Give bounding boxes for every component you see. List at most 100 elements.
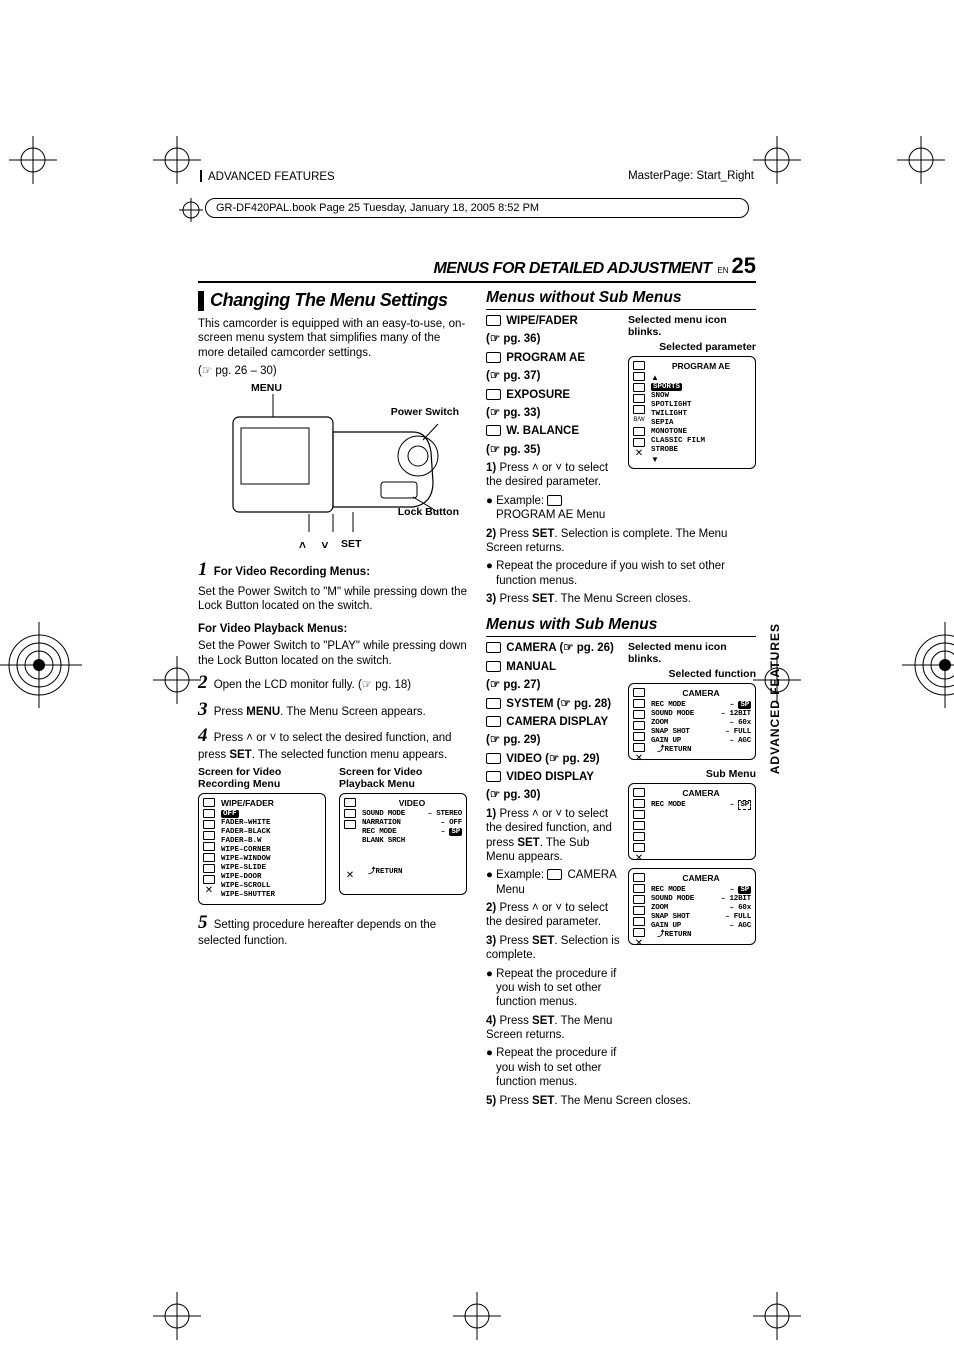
menu-items-list: REC MODE– SPSOUND MODE– 12BITZOOM– 60xSN… [651,886,751,931]
playback-header: For Video Playback Menus: [198,623,347,635]
fig-caption: Selected parameter [628,341,756,353]
manual-page: ADVANCED FEATURES MasterPage: Start_Righ… [0,0,954,1351]
menu-sideicons: ✕ [633,873,647,948]
section-title: MENUS FOR DETAILED ADJUSTMENT [433,260,711,278]
regmark-icon [147,130,207,190]
menu-sideicons: ✕ [633,688,647,763]
menu-icon [486,698,501,709]
section-header: MENUS FOR DETAILED ADJUSTMENT EN 25 [198,253,756,283]
regmark-large-icon [900,620,954,680]
menu-sideicons: ✕ [203,798,217,895]
menu-sideicons: B/W✕ [633,361,647,458]
menu-title: VIDEO [362,798,462,808]
page-number: 25 [732,253,756,279]
heading-submenus: Menus with Sub Menus [486,616,756,637]
file-line: GR-DF420PAL.book Page 25 Tuesday, Januar… [205,198,749,218]
steps-block: 1 For Video Recording Menus: Set the Pow… [198,558,468,762]
menu-title: WIPE/FADER [221,798,321,808]
menu-icon [486,771,501,782]
heading-no-submenus: Menus without Sub Menus [486,289,756,310]
menu-screens-row: Screen for Video Recording Menu ✕ WIPE/F… [198,766,468,905]
sub-step4: Press SET. The Menu Screen returns. [486,1015,612,1041]
menu-items-list: REC MODE– SPSOUND MODE– 12BITZOOM– 60xSN… [651,701,751,746]
nosub-text: WIPE/FADER(☞ pg. 36) PROGRAM AE(☞ pg. 37… [486,314,620,527]
diagram-label-arrows: ˄ ˅ [299,538,334,552]
sub-step1: Press ˄ or ˅ to select the desired funct… [486,808,612,863]
fig-caption: Sub Menu [628,768,756,780]
content-area: ADVANCED FEATURES MENUS FOR DETAILED ADJ… [198,253,756,1112]
step3: Press MENU. The Menu Screen appears. [214,706,426,718]
sub-bullet2: Repeat the procedure if you wish to set … [496,1047,616,1088]
diagram-label-menu: MENU [251,382,282,394]
menu-icon [486,661,501,672]
camcorder-diagram: MENU Power Switch Lock Button SET ˄ ˅ [213,382,453,552]
screen-left-caption: Screen for Video Recording Menu [198,766,327,790]
program-ae-icon [547,495,562,506]
regmark-icon [747,130,807,190]
menu-icon [486,716,501,727]
menu-screen-program-ae: B/W✕ PROGRAM AE ▲ SPORTSSNOWSPOTLIGHTTWI… [628,356,756,469]
playback-body: Set the Power Switch to "PLAY" while pre… [198,639,468,668]
regmark-icon [891,130,951,190]
menu-icon [486,389,501,400]
header-row: ADVANCED FEATURES MasterPage: Start_Righ… [200,170,754,183]
sub-step5: Press SET. The Menu Screen closes. [499,1095,691,1107]
nosub-bullet: Repeat the procedure if you wish to set … [496,560,725,586]
camera-icon [547,869,562,880]
menu-items-list: OFFFADER–WHITEFADER–BLACKFADER–B.WWIPE–C… [221,810,321,900]
menu-title: CAMERA [651,788,751,798]
nosub-figure: Selected menu icon blinks. Selected para… [628,314,756,469]
menu-title: PROGRAM AE [651,361,751,371]
section-lang: EN [717,266,728,275]
diagram-label-lock: Lock Button [398,506,459,518]
menu-screen-playback: ✕ VIDEO SOUND MODE– STEREONARRATION– OFF… [339,793,467,895]
nosub-step1: Press ˄ or ˅ to select the desired param… [486,462,608,488]
intro-p2: (☞ pg. 26 – 30) [198,364,468,378]
step5: Setting procedure hereafter depends on t… [198,919,436,948]
fig-caption: Selected menu icon blinks. [628,314,756,338]
header-right: MasterPage: Start_Right [628,170,754,183]
regmark-large-icon [0,620,54,680]
menu-screen-recording: ✕ WIPE/FADER OFFFADER–WHITEFADER–BLACKFA… [198,793,326,905]
menu-sideicons: ✕ [633,788,647,863]
regmark-icon [747,1286,807,1346]
fig-caption: Selected menu icon blinks. [628,641,756,665]
menu-icon [486,425,501,436]
diagram-label-power: Power Switch [391,406,459,418]
step2: Open the LCD monitor fully. (☞ pg. 18) [214,679,411,691]
menu-screen-camera-d: ✕ CAMERA REC MODE– SPSOUND MODE– 12BITZO… [628,683,756,760]
menu-screen-camera-f: ✕ CAMERA REC MODE– SPSOUND MODE– 12BITZO… [628,868,756,945]
regmark-icon [447,1286,507,1346]
file-line-text: GR-DF420PAL.book Page 25 Tuesday, Januar… [216,202,539,214]
heading-changing-menu: Changing The Menu Settings [198,291,468,311]
regmark-icon [147,1286,207,1346]
regmark-icon [178,197,204,223]
menu-title: CAMERA [651,688,751,698]
screen-right-caption: Screen for Video Playback Menu [339,766,468,790]
right-column: Menus without Sub Menus WIPE/FADER(☞ pg.… [486,289,756,1112]
diagram-label-set: SET [341,538,361,550]
nosub-step3: Press SET. The Menu Screen closes. [499,593,691,605]
sub-bullet1: Repeat the procedure if you wish to set … [496,968,616,1009]
menu-screen-camera-e: ✕ CAMERA REC MODE– SP [628,783,756,860]
menu-items-list: SOUND MODE– STEREONARRATION– OFFREC MODE… [362,810,462,846]
menu-title: CAMERA [651,873,751,883]
side-tab: ADVANCED FEATURES [768,623,782,774]
sub-step3: Press SET. Selection is complete. [486,935,620,961]
left-column: Changing The Menu Settings This camcorde… [198,289,468,1112]
menu-icon [486,315,501,326]
fig-caption: Selected function [628,668,756,680]
menu-icon [486,642,501,653]
menu-sideicons: ✕ [344,798,358,880]
regmark-icon [3,130,63,190]
step1-header: For Video Recording Menus: [214,566,370,578]
sub-step2: Press ˄ or ˅ to select the desired param… [486,902,608,928]
step1-body: Set the Power Switch to "M" while pressi… [198,585,468,614]
nosub-step2: Press SET. Selection is complete. The Me… [486,528,727,554]
sub-text: CAMERA (☞ pg. 26) MANUAL(☞ pg. 27) SYSTE… [486,641,620,1093]
step4: Press ˄ or ˅ to select the desired funct… [198,732,452,761]
menu-icon [486,352,501,363]
menu-items-list: SPORTSSNOWSPOTLIGHTTWILIGHTSEPIAMONOTONE… [651,383,751,455]
menu-icon [486,753,501,764]
sub-figure: Selected menu icon blinks. Selected func… [628,641,756,945]
